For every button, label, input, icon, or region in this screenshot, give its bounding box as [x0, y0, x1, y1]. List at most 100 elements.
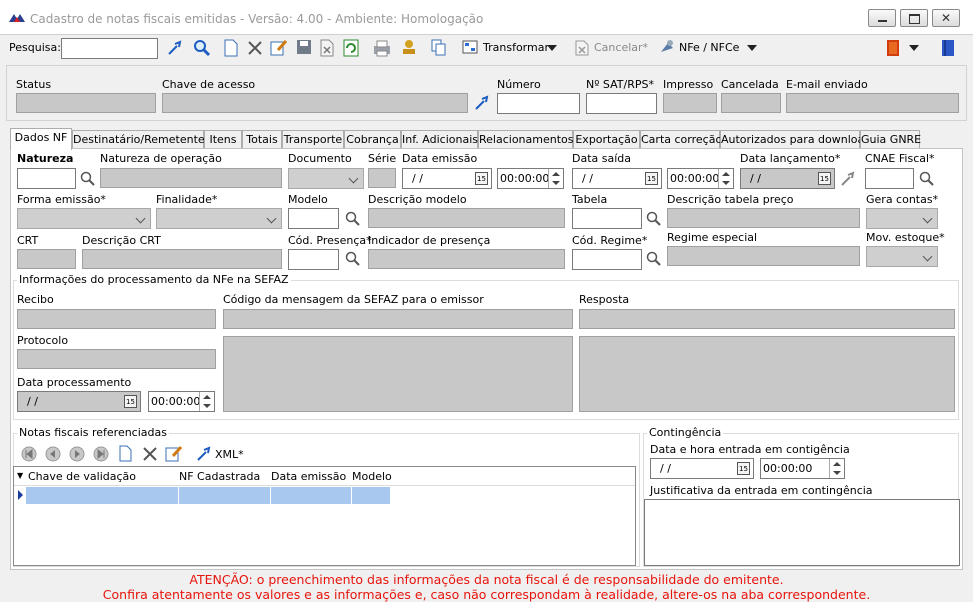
- edit-record-icon[interactable]: [165, 445, 183, 462]
- tab-destinatario[interactable]: Destinatário/Remetente: [72, 130, 205, 149]
- search-input[interactable]: [61, 38, 158, 59]
- first-record-icon[interactable]: [21, 446, 37, 462]
- calendar-icon[interactable]: 15: [475, 172, 488, 185]
- tab-relacionamentos[interactable]: Relacionamentos: [478, 130, 574, 149]
- table-row-cell[interactable]: [271, 487, 352, 504]
- col-chave-validacao[interactable]: Chave de validação: [28, 470, 136, 483]
- last-record-icon[interactable]: [93, 446, 109, 462]
- protocolo-label: Protocolo: [17, 334, 69, 347]
- delete-icon[interactable]: [247, 40, 263, 56]
- current-row-indicator-icon: [18, 490, 23, 500]
- tab-transporte[interactable]: Transporte: [282, 130, 344, 149]
- cancel-button[interactable]: Cancelar*: [594, 41, 648, 54]
- tabela-search-icon[interactable]: [646, 211, 661, 226]
- tab-autorizados-download[interactable]: Autorizados para download: [720, 130, 871, 149]
- table-row-cell[interactable]: [26, 487, 179, 504]
- tab-carta-correcao[interactable]: Carta correção: [640, 130, 722, 149]
- minimize-button[interactable]: [868, 9, 896, 27]
- numero-input[interactable]: [497, 93, 580, 114]
- data-contingencia-value: / /: [660, 462, 671, 475]
- time-spinner-icon[interactable]: [829, 459, 844, 478]
- data-saida-input[interactable]: / / 15: [572, 168, 662, 189]
- table-row-cell[interactable]: [352, 487, 390, 504]
- calendar-icon[interactable]: 15: [645, 172, 658, 185]
- cod-presenca-input[interactable]: [288, 249, 339, 270]
- hora-processamento-input[interactable]: 00:00:00: [148, 391, 215, 412]
- print-icon[interactable]: [373, 39, 391, 57]
- gera-contas-select[interactable]: [866, 208, 938, 229]
- data-emissao-input[interactable]: / / 15: [402, 168, 492, 189]
- table-row-cell[interactable]: [179, 487, 271, 504]
- hora-contingencia-value: 00:00:00: [763, 462, 813, 475]
- xml-button[interactable]: XML*: [215, 448, 244, 461]
- exit-door-icon[interactable]: [886, 39, 900, 57]
- transform-dropdown-icon[interactable]: [547, 45, 557, 51]
- natureza-search-icon[interactable]: [80, 171, 95, 186]
- tab-dados-nf[interactable]: Dados NF: [10, 128, 72, 150]
- refresh-icon[interactable]: [343, 39, 359, 57]
- tab-inf-adicionais[interactable]: Inf. Adicionais: [401, 130, 478, 149]
- quick-search-icon[interactable]: [167, 40, 185, 56]
- edit-icon[interactable]: [270, 39, 288, 57]
- col-modelo[interactable]: Modelo: [352, 470, 392, 483]
- copy-icon[interactable]: [431, 39, 447, 57]
- documento-select[interactable]: [288, 168, 364, 189]
- resposta-memo: [579, 336, 955, 412]
- tabela-input[interactable]: [572, 208, 642, 229]
- add-record-icon[interactable]: [119, 445, 133, 462]
- mov-estoque-select[interactable]: [866, 246, 938, 267]
- natureza-input[interactable]: [17, 168, 76, 189]
- col-data-emissao[interactable]: Data emissão: [271, 470, 346, 483]
- gera-contas-label: Gera contas*: [866, 193, 939, 206]
- descricao-modelo-label: Descrição modelo: [368, 193, 467, 206]
- sat-rps-input[interactable]: [586, 93, 657, 114]
- restore-button[interactable]: [900, 9, 928, 27]
- hora-contingencia-input[interactable]: 00:00:00: [760, 458, 845, 479]
- nfe-nfce-button[interactable]: NFe / NFCe: [679, 41, 739, 54]
- nfe-dropdown-icon[interactable]: [747, 45, 757, 51]
- justificativa-textarea[interactable]: [644, 499, 960, 566]
- tab-totais[interactable]: Totais: [242, 130, 282, 149]
- tab-guia-gnre[interactable]: Guia GNRE: [860, 130, 921, 149]
- close-window-button[interactable]: ✕: [932, 9, 960, 27]
- time-spinner-icon[interactable]: [199, 392, 214, 411]
- stamp-icon[interactable]: [400, 38, 418, 57]
- time-spinner-icon[interactable]: [548, 169, 563, 188]
- modelo-input[interactable]: [288, 208, 339, 229]
- tab-cobranca[interactable]: Cobrança: [344, 130, 401, 149]
- new-document-icon[interactable]: [223, 39, 239, 57]
- presenca-search-icon[interactable]: [345, 251, 360, 266]
- cnae-search-icon[interactable]: [919, 171, 934, 186]
- time-spinner-icon[interactable]: [718, 169, 733, 188]
- chave-search-icon[interactable]: [474, 95, 492, 111]
- hora-emissao-input[interactable]: 00:00:00: [497, 168, 564, 189]
- search-icon[interactable]: [193, 39, 211, 57]
- help-book-icon[interactable]: [941, 39, 955, 57]
- tab-exportacao[interactable]: Exportação: [573, 130, 640, 149]
- resposta-field: [579, 309, 955, 329]
- calendar-icon[interactable]: 15: [737, 462, 750, 475]
- tab-itens[interactable]: Itens: [204, 130, 242, 149]
- regime-search-icon[interactable]: [646, 251, 661, 266]
- forma-emissao-select[interactable]: [17, 208, 151, 229]
- lancamento-edit-icon[interactable]: [840, 171, 858, 187]
- cnae-input[interactable]: [865, 168, 914, 189]
- data-contingencia-input[interactable]: / / 15: [650, 458, 754, 479]
- delete-record-icon[interactable]: [142, 446, 158, 462]
- cod-regime-input[interactable]: [572, 249, 642, 270]
- hora-emissao-value: 00:00:00: [500, 172, 550, 185]
- prev-record-icon[interactable]: [45, 446, 61, 462]
- next-record-icon[interactable]: [69, 446, 85, 462]
- data-proc-value: / /: [27, 395, 38, 408]
- finalidade-select[interactable]: [156, 208, 282, 229]
- modelo-search-icon[interactable]: [345, 211, 360, 226]
- documento-label: Documento: [288, 152, 352, 165]
- col-nf-cadastrada[interactable]: NF Cadastrada: [179, 470, 260, 483]
- calendar-icon: 15: [124, 395, 137, 408]
- exit-dropdown-icon[interactable]: [909, 45, 919, 51]
- cancel-edit-icon[interactable]: [319, 39, 335, 57]
- save-icon[interactable]: [296, 39, 312, 55]
- transform-button[interactable]: Transformar: [483, 41, 549, 54]
- descricao-modelo-field: [368, 208, 565, 228]
- hora-saida-input[interactable]: 00:00:00: [667, 168, 734, 189]
